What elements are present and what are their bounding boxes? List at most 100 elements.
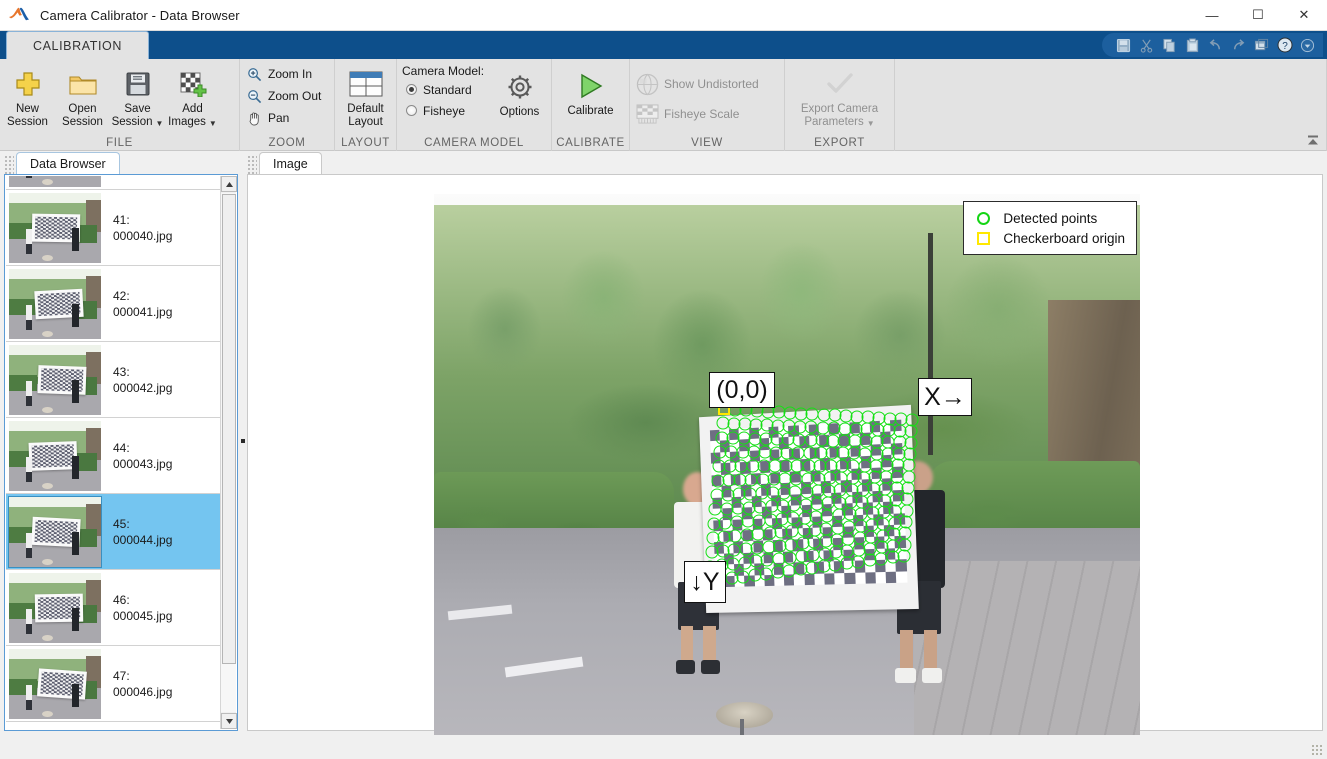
minimize-button[interactable]: — (1189, 0, 1235, 31)
checker-square (893, 501, 904, 513)
checker-square (739, 451, 749, 463)
default-layout-line1: Default (347, 103, 383, 115)
checker-square (892, 466, 903, 478)
save-session-button[interactable]: Save Session ▼ (110, 64, 165, 129)
ribbon: New Session Open Session Save Session ▼ … (0, 59, 1327, 151)
checker-square (873, 525, 884, 537)
checker-square (811, 493, 822, 505)
checker-square (895, 536, 906, 548)
add-images-icon (179, 67, 207, 101)
radio-standard[interactable]: Standard (397, 79, 492, 100)
checker-square (875, 571, 886, 583)
ribbon-group-camera-model: Camera Model: Standard Fisheye Options C… (397, 59, 552, 151)
options-button[interactable]: Options (492, 67, 547, 119)
export-caret[interactable]: ▼ (867, 119, 875, 128)
save-session-caret[interactable]: ▼ (156, 119, 164, 128)
checker-square (823, 538, 834, 550)
person-right-leg2 (924, 630, 937, 672)
checker-square (884, 536, 895, 548)
open-session-button[interactable]: Open Session (55, 64, 110, 129)
thumbnail-list-scrollbar[interactable] (220, 176, 236, 729)
checker-square (831, 503, 842, 515)
resize-grip-icon[interactable] (1311, 744, 1324, 757)
legend-row-checkerboard-origin: Checkerboard origin (973, 228, 1125, 248)
maximize-button[interactable]: ☐ (1235, 0, 1281, 31)
close-button[interactable]: ✕ (1281, 0, 1327, 31)
list-item[interactable]: 46: 000045.jpg (6, 570, 222, 646)
radio-fisheye[interactable]: Fisheye (397, 100, 492, 121)
tab-data-browser[interactable]: Data Browser (16, 152, 120, 175)
checker-square (875, 560, 886, 572)
list-item[interactable]: 47: 000046.jpg (6, 646, 222, 722)
scroll-down-arrow[interactable] (221, 713, 237, 729)
checker-square (832, 526, 843, 538)
scrollbar-thumb[interactable] (222, 194, 236, 664)
list-item[interactable]: 45: 000044.jpg (6, 494, 222, 570)
window-icon[interactable] (1251, 35, 1272, 56)
image-panel-grip-icon[interactable] (247, 155, 257, 175)
list-item[interactable]: 41: 000040.jpg (6, 190, 222, 266)
checker-square (712, 486, 722, 498)
export-camera-parameters-button[interactable]: Export Camera Parameters ▼ (787, 64, 892, 129)
legend-label-detected-points: Detected points (1003, 211, 1097, 226)
help-icon[interactable]: ? (1274, 35, 1295, 56)
checker-square (852, 514, 863, 526)
save-icon[interactable] (1113, 35, 1134, 56)
copy-icon[interactable] (1159, 35, 1180, 56)
fisheye-scale-button[interactable]: Fisheye Scale (630, 99, 745, 129)
zoom-in-icon (244, 67, 264, 82)
checker-square (885, 560, 896, 572)
list-item-filename: 000040.jpg (113, 229, 172, 243)
tab-image[interactable]: Image (259, 152, 322, 175)
checker-square (812, 516, 823, 528)
zoom-out-icon (244, 89, 264, 104)
image-thumbnail-list[interactable]: 40:000039.jpg41:000040.jpg 42:000041.jpg 4… (6, 176, 222, 729)
default-layout-button[interactable]: Default Layout (338, 64, 393, 129)
calibrate-button[interactable]: Calibrate (556, 66, 626, 118)
redo-icon[interactable] (1228, 35, 1249, 56)
open-session-line1: Open (68, 103, 96, 115)
list-item[interactable]: 43: 000042.jpg (6, 342, 222, 418)
panel-splitter[interactable] (239, 151, 246, 731)
new-session-line2: Session (7, 116, 48, 128)
zoom-in-button[interactable]: Zoom In (240, 63, 318, 85)
more-icon[interactable] (1297, 35, 1318, 56)
checker-square (774, 574, 784, 586)
list-item-index: 43: (113, 365, 130, 379)
thumbnail-image (9, 345, 101, 415)
list-item[interactable]: 42: 000041.jpg (6, 266, 222, 342)
open-session-line2: Session (62, 116, 103, 128)
checker-square (842, 515, 853, 527)
list-item[interactable]: 40:000039.jpg (6, 176, 222, 190)
checker-square (828, 423, 839, 435)
checker-square (752, 529, 762, 541)
paste-icon[interactable] (1182, 35, 1203, 56)
pan-button[interactable]: Pan (240, 107, 295, 129)
collapse-ribbon-icon[interactable] (1305, 132, 1321, 148)
scroll-up-arrow[interactable] (221, 176, 237, 192)
checker-square (711, 463, 721, 475)
list-item-label: 42: 000041.jpg (113, 288, 172, 320)
zoom-out-button[interactable]: Zoom Out (240, 85, 327, 107)
new-session-button[interactable]: New Session (0, 64, 55, 129)
thumbnail-image (9, 176, 101, 187)
add-images-line2: Images (168, 116, 206, 128)
tab-calibration[interactable]: CALIBRATION (6, 31, 149, 59)
cut-icon[interactable] (1136, 35, 1157, 56)
checker-square (830, 457, 841, 469)
image-canvas[interactable]: (0,0) X→ ↓Y Detected points Checkerboard… (434, 194, 1140, 750)
add-images-button[interactable]: Add Images ▼ (165, 64, 220, 129)
list-item[interactable]: 44: 000043.jpg (6, 418, 222, 494)
undo-icon[interactable] (1205, 35, 1226, 56)
check-icon (825, 67, 855, 101)
checker-square (809, 436, 820, 448)
panel-grip-icon[interactable] (4, 155, 14, 175)
checker-square (779, 460, 789, 472)
person-right-shoe1 (895, 668, 915, 684)
show-undistorted-button[interactable]: Show Undistorted (630, 69, 765, 99)
add-images-caret[interactable]: ▼ (209, 119, 217, 128)
checker-square (759, 438, 769, 450)
splitter-handle[interactable] (241, 439, 245, 443)
checker-square (883, 513, 894, 525)
ribbon-group-zoom: Zoom In Zoom Out Pan ZOOM (240, 59, 335, 151)
